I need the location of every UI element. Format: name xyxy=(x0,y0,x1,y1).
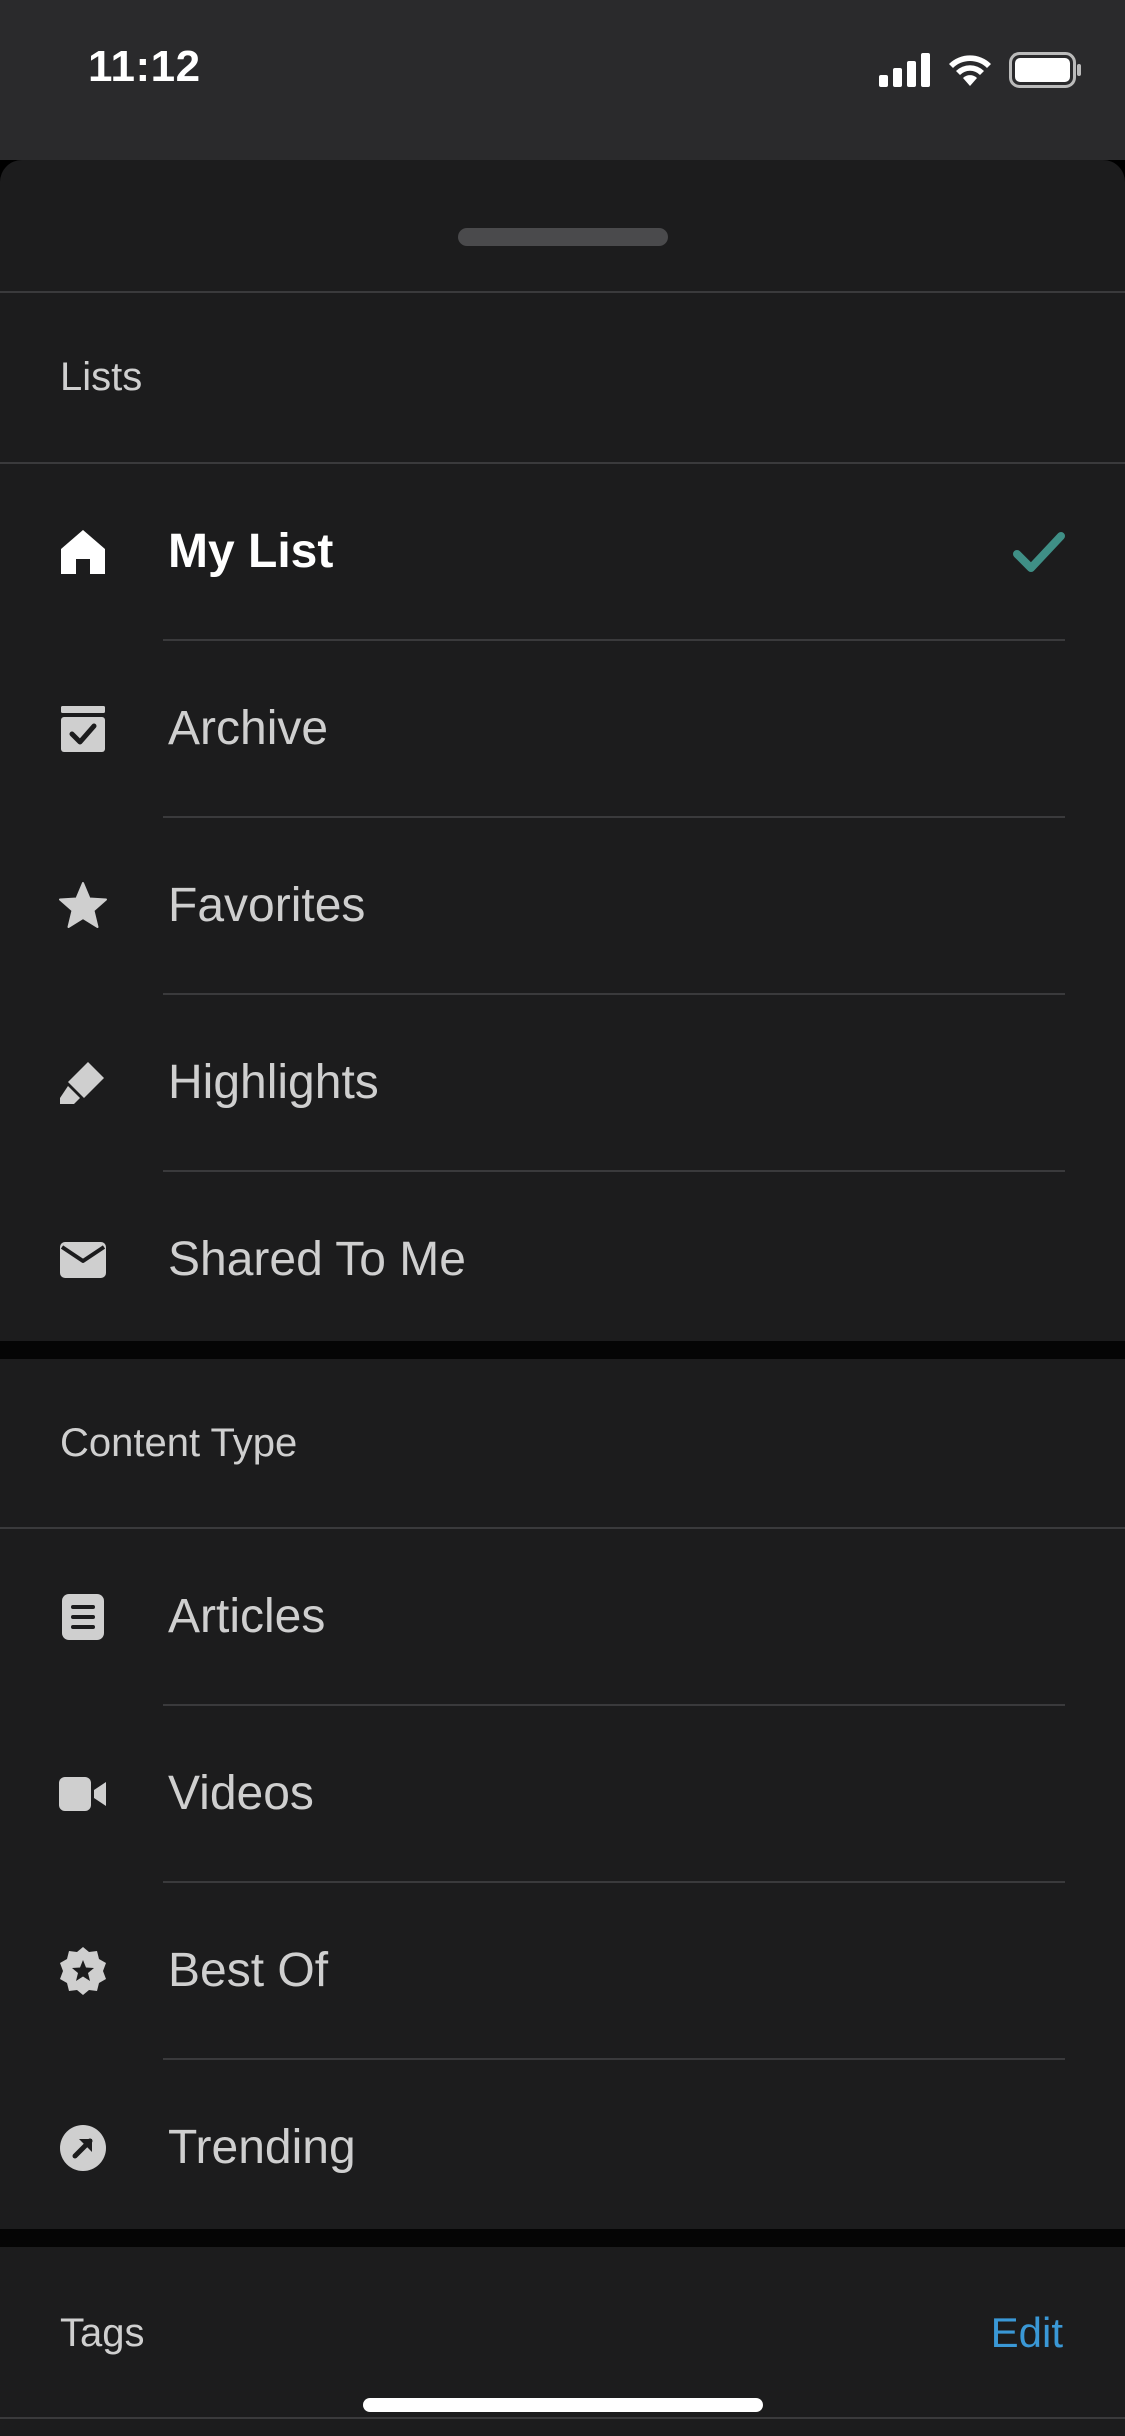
badge-star-icon xyxy=(60,1947,106,1995)
content-type-section-header: Content Type xyxy=(60,1421,298,1465)
list-item-label: My List xyxy=(168,525,334,578)
list-item-label: Shared To Me xyxy=(168,1233,466,1286)
list-item-shared-to-me[interactable]: Shared To Me xyxy=(0,1172,1125,1348)
trending-arrow-icon xyxy=(60,2125,106,2171)
content-type-item-articles[interactable]: Articles xyxy=(0,1529,1125,1705)
status-bar: 11:12 xyxy=(0,0,1125,160)
content-type-item-videos[interactable]: Videos xyxy=(0,1706,1125,1882)
content-type-label: Videos xyxy=(168,1767,314,1820)
star-icon xyxy=(59,882,107,928)
content-type-item-trending[interactable]: Trending xyxy=(0,2060,1125,2236)
content-type-label: Trending xyxy=(168,2121,356,2174)
list-item-highlights[interactable]: Highlights xyxy=(0,995,1125,1171)
content-type-label: Best Of xyxy=(168,1944,329,1997)
list-item-my-list[interactable]: My List xyxy=(0,464,1125,640)
list-item-label: Highlights xyxy=(168,1056,379,1109)
list-item-archive[interactable]: Archive xyxy=(0,641,1125,817)
list-item-label: Archive xyxy=(168,702,329,755)
status-time: 11:12 xyxy=(88,42,201,91)
content-type-label: Articles xyxy=(168,1590,326,1643)
document-icon xyxy=(62,1594,104,1640)
video-camera-icon xyxy=(59,1777,106,1811)
lists-section-header: Lists xyxy=(60,355,143,399)
cellular-signal-icon xyxy=(879,53,930,87)
envelope-icon xyxy=(60,1242,106,1278)
divider xyxy=(0,291,1125,293)
filter-sheet: Lists My List Archive Favorites Highligh… xyxy=(0,160,1125,2436)
checkmark-icon xyxy=(1013,532,1065,572)
archive-icon xyxy=(61,706,105,752)
home-icon xyxy=(61,530,105,574)
section-separator xyxy=(0,1341,1125,1359)
battery-icon xyxy=(1009,52,1081,88)
section-separator xyxy=(0,2229,1125,2247)
edit-tags-button[interactable]: Edit xyxy=(991,2309,1063,2357)
sheet-grabber[interactable] xyxy=(458,228,668,246)
divider xyxy=(0,2417,1125,2419)
status-icons xyxy=(879,50,1083,90)
tags-section-header: Tags xyxy=(60,2311,145,2355)
content-type-item-best-of[interactable]: Best Of xyxy=(0,1883,1125,2059)
highlighter-icon xyxy=(60,1062,104,1104)
home-indicator[interactable] xyxy=(363,2398,763,2412)
wifi-icon xyxy=(949,55,991,86)
list-item-label: Favorites xyxy=(168,879,366,932)
list-item-favorites[interactable]: Favorites xyxy=(0,818,1125,994)
